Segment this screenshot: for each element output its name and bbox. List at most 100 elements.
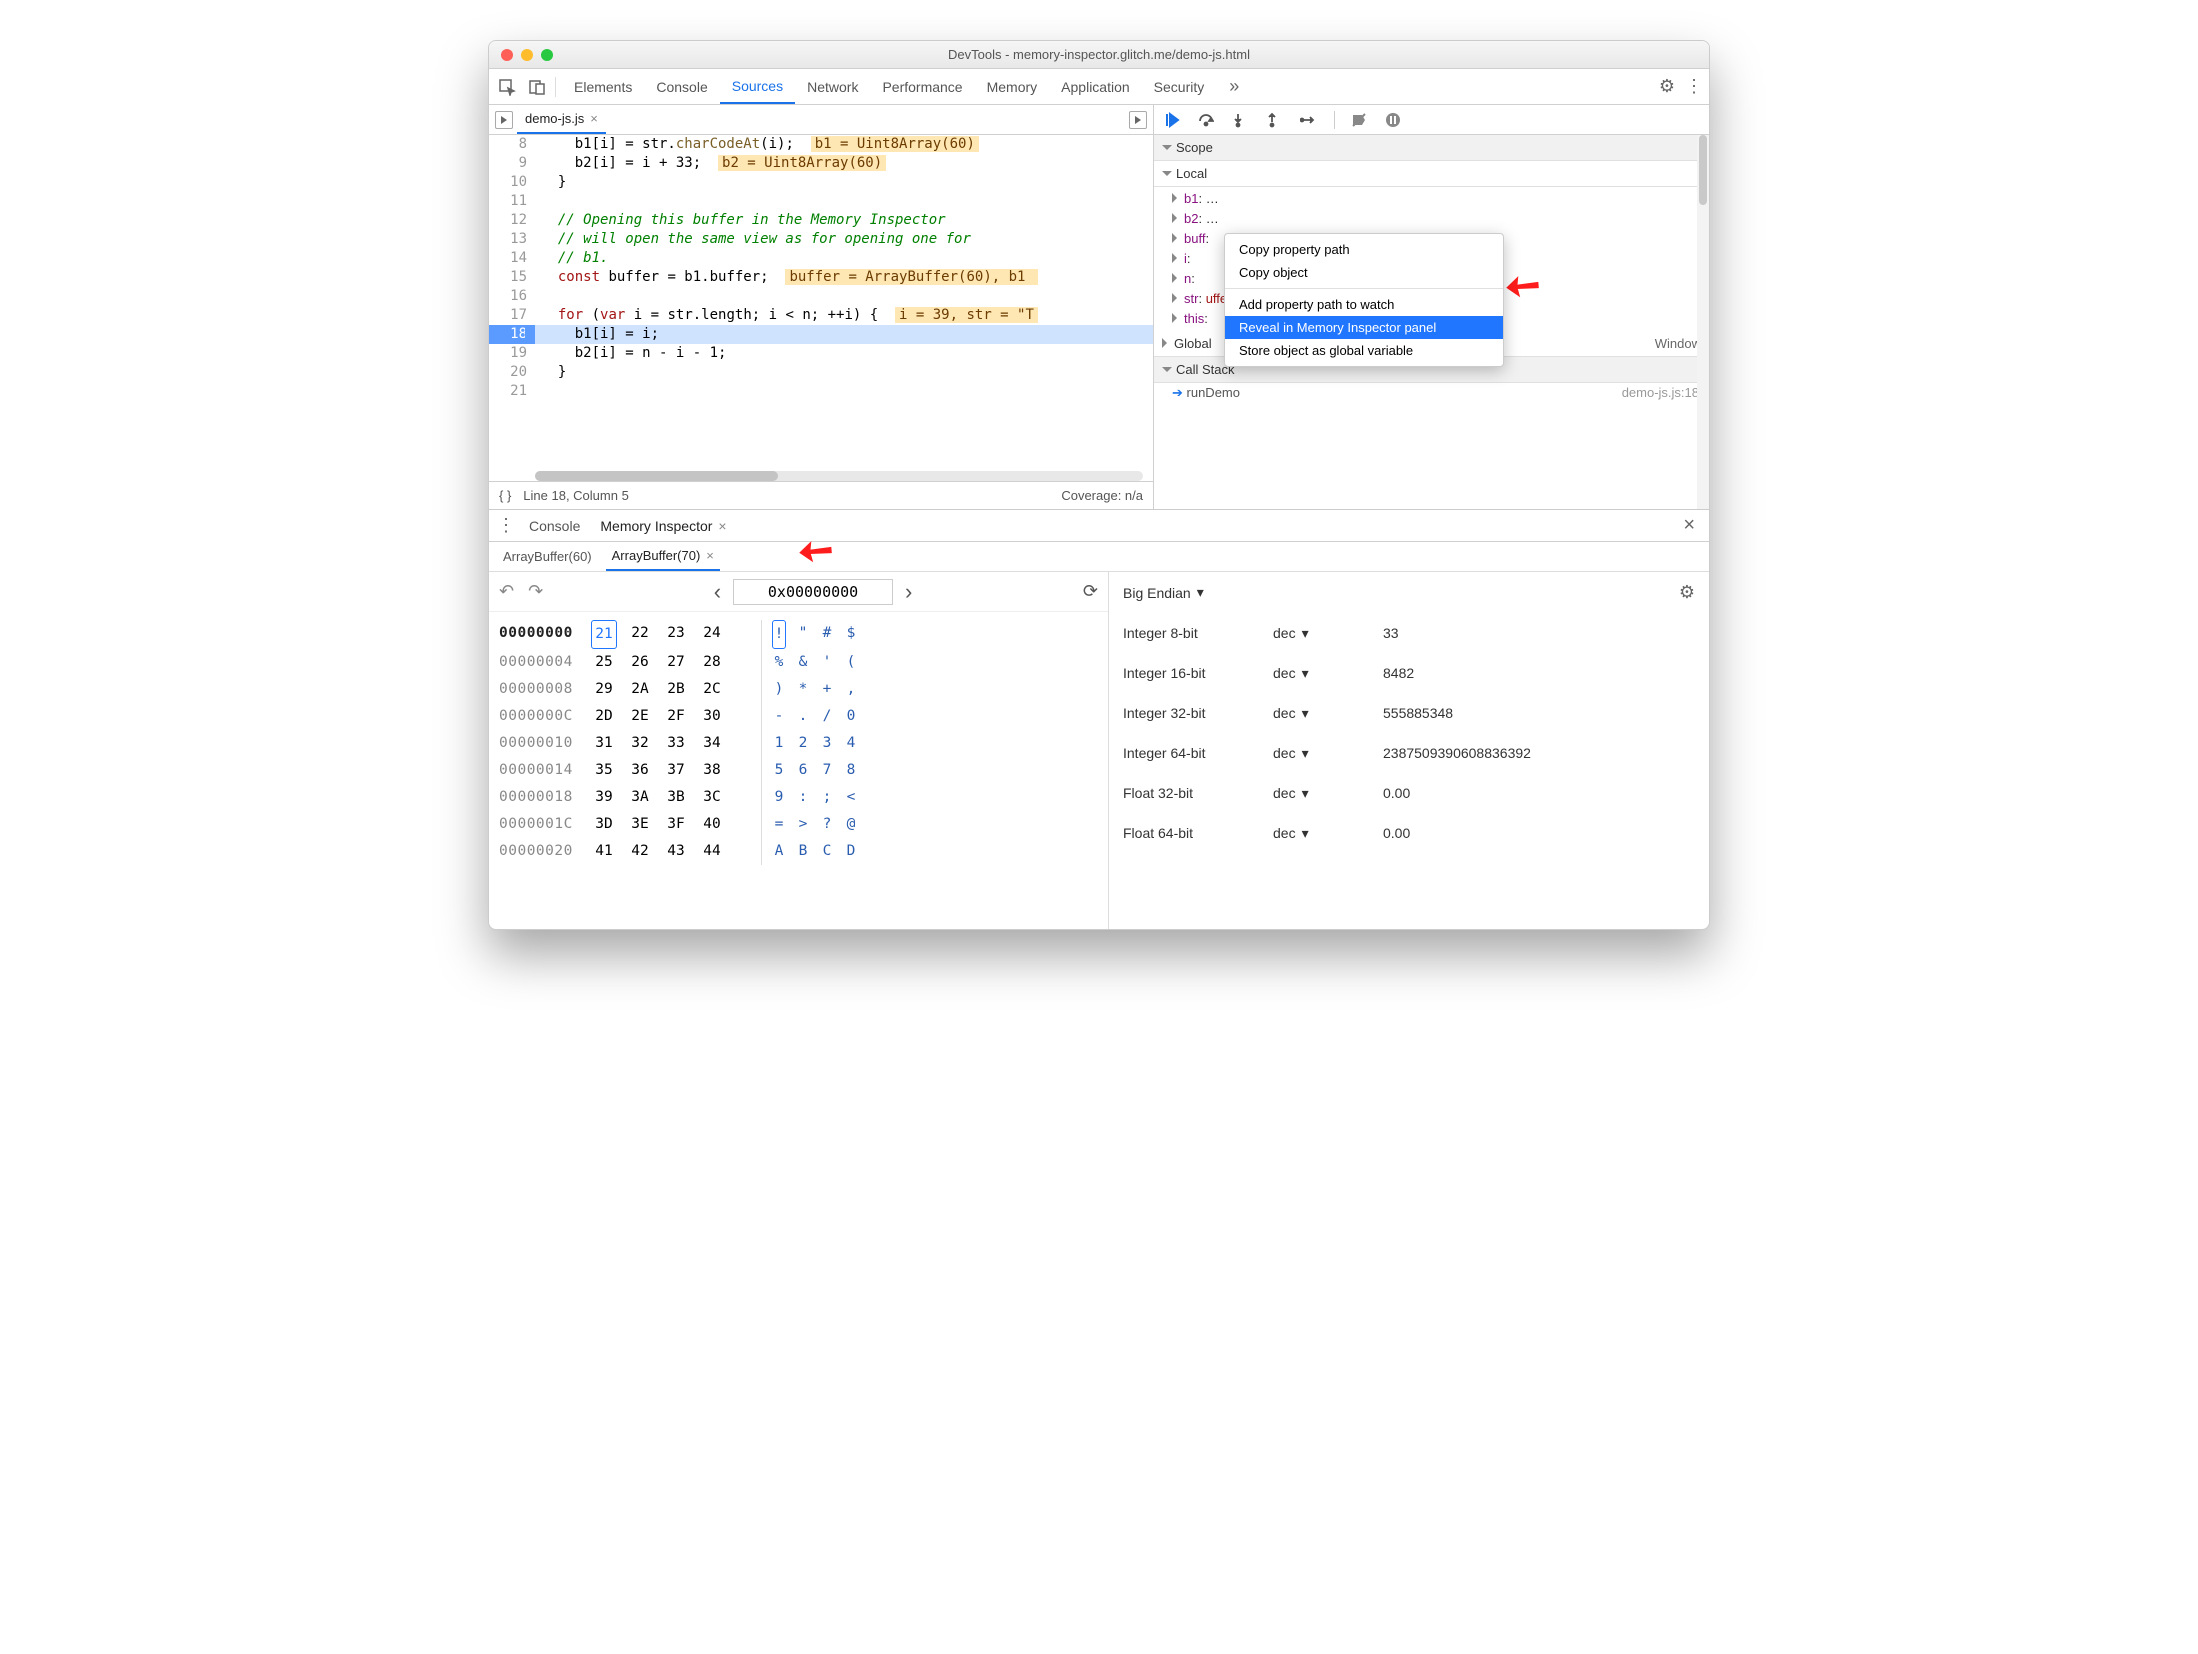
encoding-select[interactable]: dec▾ <box>1273 745 1383 762</box>
encoding-select[interactable]: dec▾ <box>1273 705 1383 722</box>
deactivate-breakpoints-icon[interactable] <box>1351 112 1369 128</box>
value-settings-gear-icon[interactable]: ⚙ <box>1679 582 1695 603</box>
code-line[interactable]: 9 b2[i] = i + 33; b2 = Uint8Array(60) <box>489 154 1153 173</box>
main-tab-console[interactable]: Console <box>644 69 719 104</box>
redo-icon[interactable]: ↷ <box>528 581 543 602</box>
undo-icon[interactable]: ↶ <box>499 581 514 602</box>
hex-row[interactable]: 0000000C2D2E2F30-./0 <box>499 703 1098 730</box>
code-line[interactable]: 15 const buffer = b1.buffer; buffer = Ar… <box>489 268 1153 287</box>
main-tab-sources[interactable]: Sources <box>720 69 795 104</box>
drawer-tab-memory-inspector[interactable]: Memory Inspector× <box>590 510 736 541</box>
traffic-lights <box>489 49 553 61</box>
window-titlebar: DevTools - memory-inspector.glitch.me/de… <box>489 41 1709 69</box>
device-toggle-icon[interactable] <box>525 75 549 99</box>
encoding-select[interactable]: dec▾ <box>1273 825 1383 842</box>
devtools-window: DevTools - memory-inspector.glitch.me/de… <box>488 40 1710 930</box>
close-tab-icon[interactable]: × <box>718 518 726 534</box>
next-page-icon[interactable]: › <box>905 579 912 605</box>
step-out-icon[interactable] <box>1266 112 1284 128</box>
memory-inspector-toolbar: ↶ ↷ ‹ › ⟳ <box>489 572 1108 612</box>
code-line[interactable]: 12 // Opening this buffer in the Memory … <box>489 211 1153 230</box>
hex-row[interactable]: 00000008292A2B2C)*+, <box>499 676 1098 703</box>
step-over-icon[interactable] <box>1198 113 1216 127</box>
pretty-print-icon[interactable]: { } <box>499 488 511 503</box>
code-line[interactable]: 11 <box>489 192 1153 211</box>
main-tab-elements[interactable]: Elements <box>562 69 644 104</box>
main-tab-memory[interactable]: Memory <box>975 69 1050 104</box>
source-file-tab[interactable]: demo-js.js × <box>517 105 606 134</box>
encoding-select[interactable]: dec▾ <box>1273 665 1383 682</box>
ctx-menu-item[interactable]: Copy object <box>1225 261 1503 284</box>
hex-row[interactable]: 00000014353637385678 <box>499 757 1098 784</box>
drawer-kebab-icon[interactable]: ⋮ <box>497 515 515 536</box>
value-row: Integer 32-bitdec▾555885348 <box>1123 693 1695 733</box>
pause-on-exception-icon[interactable] <box>1385 112 1403 128</box>
buffer-tab[interactable]: ArrayBuffer(70)× <box>606 542 720 571</box>
hex-row[interactable]: 00000018393A3B3C9:;< <box>499 784 1098 811</box>
callstack-frame[interactable]: ➔ runDemo <box>1172 385 1240 401</box>
main-tab-security[interactable]: Security <box>1142 69 1217 104</box>
kebab-menu-icon[interactable]: ⋮ <box>1685 76 1703 97</box>
maximize-window-icon[interactable] <box>541 49 553 61</box>
resume-icon[interactable] <box>1164 112 1182 128</box>
callstack-location: demo-js.js:18 <box>1622 385 1699 401</box>
encoding-select[interactable]: dec▾ <box>1273 625 1383 642</box>
editor-status-bar: { } Line 18, Column 5 Coverage: n/a <box>489 481 1153 509</box>
ctx-menu-item[interactable]: Store object as global variable <box>1225 339 1503 362</box>
ctx-menu-item[interactable]: Reveal in Memory Inspector panel <box>1225 316 1503 339</box>
code-line[interactable]: 8 b1[i] = str.charCodeAt(i); b1 = Uint8A… <box>489 135 1153 154</box>
drawer-tab-console[interactable]: Console <box>519 510 590 541</box>
main-tabs: ElementsConsoleSourcesNetworkPerformance… <box>489 69 1709 105</box>
inspect-icon[interactable] <box>495 75 519 99</box>
code-line[interactable]: 18 b1[i] = i; <box>489 325 1153 344</box>
code-line[interactable]: 17 for (var i = str.length; i < n; ++i) … <box>489 306 1153 325</box>
more-tabs-icon[interactable]: » <box>1222 75 1246 99</box>
value-row: Integer 64-bitdec▾2387509390608836392 <box>1123 733 1695 773</box>
source-editor[interactable]: 8 b1[i] = str.charCodeAt(i); b1 = Uint8A… <box>489 135 1153 481</box>
minimize-window-icon[interactable] <box>521 49 533 61</box>
code-line[interactable]: 21 <box>489 382 1153 401</box>
window-title: DevTools - memory-inspector.glitch.me/de… <box>489 47 1709 62</box>
buffer-tab[interactable]: ArrayBuffer(60) <box>497 542 598 571</box>
step-icon[interactable] <box>1300 114 1318 126</box>
close-file-icon[interactable]: × <box>590 111 598 126</box>
scope-local-header[interactable]: Local <box>1154 161 1709 187</box>
ctx-menu-item[interactable]: Add property path to watch <box>1225 293 1503 316</box>
hex-viewer[interactable]: 0000000021222324!"#$0000000425262728%&'(… <box>489 612 1108 873</box>
main-tab-application[interactable]: Application <box>1049 69 1142 104</box>
code-line[interactable]: 14 // b1. <box>489 249 1153 268</box>
prev-page-icon[interactable]: ‹ <box>714 579 721 605</box>
drawer-tabs: ⋮ ConsoleMemory Inspector× ➘ × <box>489 510 1709 542</box>
hex-row[interactable]: 00000010313233341234 <box>499 730 1098 757</box>
scope-header[interactable]: Scope <box>1154 135 1709 161</box>
value-row: Float 64-bitdec▾0.00 <box>1123 813 1695 853</box>
drawer-close-icon[interactable]: × <box>1677 514 1701 537</box>
code-line[interactable]: 10 } <box>489 173 1153 192</box>
close-window-icon[interactable] <box>501 49 513 61</box>
scope-variable[interactable]: b2: … <box>1172 209 1709 229</box>
hex-row[interactable]: 0000002041424344ABCD <box>499 838 1098 865</box>
hex-row[interactable]: 0000000425262728%&'( <box>499 649 1098 676</box>
value-row: Float 32-bitdec▾0.00 <box>1123 773 1695 813</box>
horizontal-scrollbar[interactable] <box>535 471 1143 481</box>
navigator-toggle-icon[interactable] <box>495 111 513 129</box>
hex-row[interactable]: 0000001C3D3E3F40=>?@ <box>499 811 1098 838</box>
endianness-select[interactable]: Big Endian ▾ <box>1123 584 1204 601</box>
code-line[interactable]: 19 b2[i] = n - i - 1; <box>489 344 1153 363</box>
value-row: Integer 8-bitdec▾33 <box>1123 613 1695 653</box>
address-input[interactable] <box>733 579 893 605</box>
step-into-icon[interactable] <box>1232 112 1250 128</box>
more-file-actions-icon[interactable] <box>1129 111 1147 129</box>
code-line[interactable]: 13 // will open the same view as for ope… <box>489 230 1153 249</box>
scope-variable[interactable]: b1: … <box>1172 189 1709 209</box>
hex-row[interactable]: 0000000021222324!"#$ <box>499 620 1098 649</box>
ctx-menu-item[interactable]: Copy property path <box>1225 238 1503 261</box>
encoding-select[interactable]: dec▾ <box>1273 785 1383 802</box>
main-tab-performance[interactable]: Performance <box>870 69 974 104</box>
code-line[interactable]: 20 } <box>489 363 1153 382</box>
close-buffer-icon[interactable]: × <box>706 548 714 563</box>
code-line[interactable]: 16 <box>489 287 1153 306</box>
settings-gear-icon[interactable]: ⚙ <box>1659 76 1675 97</box>
main-tab-network[interactable]: Network <box>795 69 870 104</box>
refresh-icon[interactable]: ⟳ <box>1083 581 1098 602</box>
